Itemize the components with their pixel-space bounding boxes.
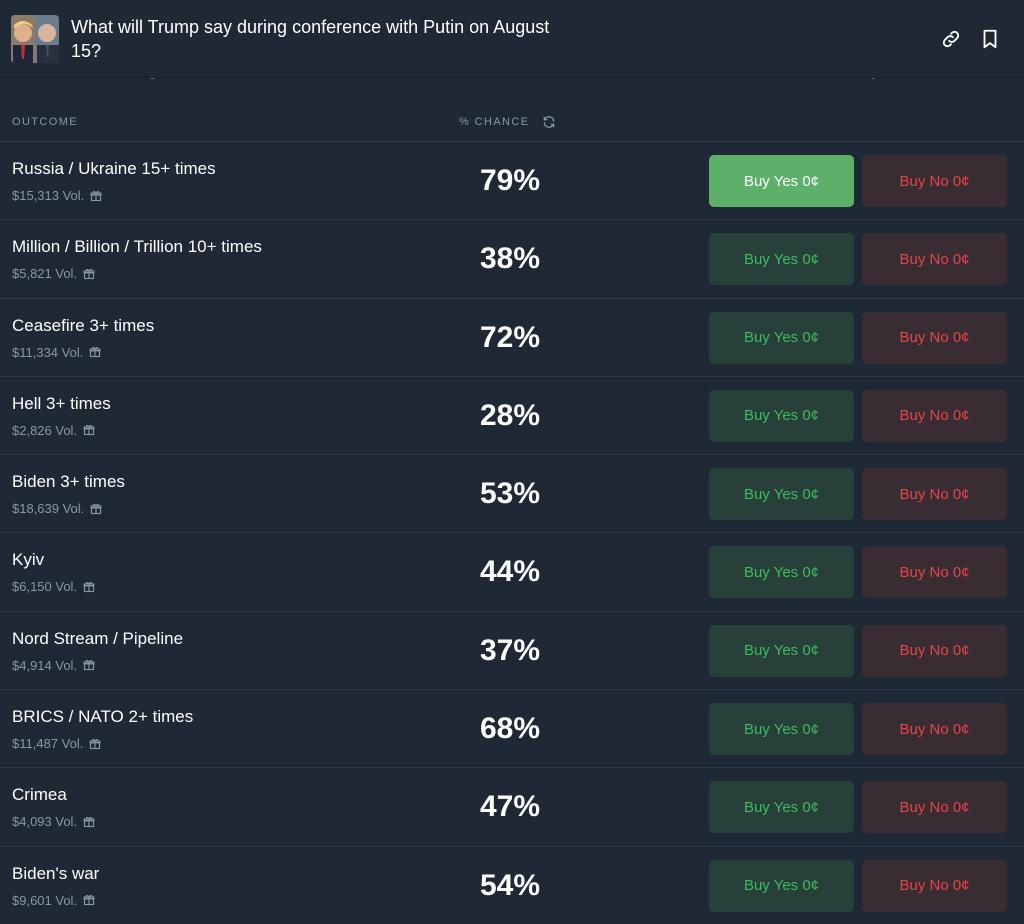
volume-text: $5,821 Vol. xyxy=(12,266,78,282)
outcome-row[interactable]: Hell 3+ times $2,826 Vol. 28% Buy Yes 0¢… xyxy=(0,375,1024,454)
buy-no-button[interactable]: Buy No 0¢ xyxy=(862,859,1007,912)
outcome-row[interactable]: Nord Stream / Pipeline $4,914 Vol. 37% B… xyxy=(0,610,1024,689)
volume-text: $18,639 Vol. xyxy=(12,501,85,517)
outcome-volume: $6,150 Vol. xyxy=(12,579,95,594)
link-icon[interactable] xyxy=(940,28,962,50)
buy-yes-button[interactable]: Buy Yes 0¢ xyxy=(709,233,854,286)
outcome-volume: $11,334 Vol. xyxy=(12,345,101,360)
outcome-label: Biden's war xyxy=(12,863,100,883)
buy-no-button[interactable]: Buy No 0¢ xyxy=(862,389,1007,442)
chance-column-header: % CHANCE xyxy=(459,116,530,128)
gift-icon xyxy=(83,895,95,906)
buy-no-button[interactable]: Buy No 0¢ xyxy=(862,311,1007,364)
volume-text: $6,150 Vol. xyxy=(12,579,78,595)
outcome-chance: 37% xyxy=(479,633,541,667)
outcome-chance: 54% xyxy=(479,868,541,902)
gift-icon xyxy=(83,582,95,593)
market-title: What will Trump say during conference wi… xyxy=(71,17,550,61)
outcome-row[interactable]: Russia / Ukraine 15+ times $15,313 Vol. … xyxy=(0,141,1024,219)
market-header: What will Trump say during conference wi… xyxy=(0,0,1024,78)
outcome-volume: $11,487 Vol. xyxy=(12,736,101,751)
outcome-label: Kyiv xyxy=(12,550,45,570)
outcome-list: Russia / Ukraine 15+ times $15,313 Vol. … xyxy=(0,141,1024,924)
buy-no-button[interactable]: Buy No 0¢ xyxy=(862,703,1007,756)
bookmark-icon[interactable] xyxy=(979,28,1001,50)
outcome-label: Crimea xyxy=(12,785,67,805)
buy-yes-button[interactable]: Buy Yes 0¢ xyxy=(709,781,854,834)
outcome-label: Biden 3+ times xyxy=(12,472,125,492)
outcome-chance: 72% xyxy=(479,320,541,354)
outcome-row[interactable]: Kyiv $6,150 Vol. 44% Buy Yes 0¢ Buy No 0… xyxy=(0,532,1024,610)
volume-text: $4,093 Vol. xyxy=(12,814,78,830)
outcome-row[interactable]: Million / Billion / Trillion 10+ times $… xyxy=(0,219,1024,297)
outcome-chance: 47% xyxy=(479,790,541,824)
buy-no-button[interactable]: Buy No 0¢ xyxy=(862,468,1007,521)
buy-yes-button[interactable]: Buy Yes 0¢ xyxy=(709,546,854,599)
outcome-volume: $9,601 Vol. xyxy=(12,893,95,908)
buy-yes-button[interactable]: Buy Yes 0¢ xyxy=(709,624,854,677)
volume-text: $11,487 Vol. xyxy=(12,736,84,752)
gift-icon xyxy=(89,347,101,358)
outcome-volume: $18,639 Vol. xyxy=(12,501,102,516)
outcome-chance: 38% xyxy=(479,242,541,276)
gift-icon xyxy=(83,660,95,671)
outcome-label: Hell 3+ times xyxy=(12,393,111,413)
buy-no-button[interactable]: Buy No 0¢ xyxy=(862,155,1007,207)
outcome-label: Million / Billion / Trillion 10+ times xyxy=(12,237,262,257)
outcome-volume: $15,313 Vol. xyxy=(12,188,102,203)
volume-text: $11,334 Vol. xyxy=(12,344,84,360)
gift-icon xyxy=(83,268,95,279)
gift-icon xyxy=(83,816,95,827)
buy-yes-button[interactable]: Buy Yes 0¢ xyxy=(709,703,854,756)
volume-text: $4,914 Vol. xyxy=(12,657,78,673)
outcome-label: Nord Stream / Pipeline xyxy=(12,628,184,648)
gift-icon xyxy=(90,190,102,201)
outcome-volume: $2,826 Vol. xyxy=(12,423,95,438)
outcome-row[interactable]: Ceasefire 3+ times $11,334 Vol. 72% Buy … xyxy=(0,297,1024,376)
outcome-row[interactable]: BRICS / NATO 2+ times $11,487 Vol. 68% B… xyxy=(0,689,1024,767)
outcome-volume: $4,914 Vol. xyxy=(12,658,95,673)
buy-no-button[interactable]: Buy No 0¢ xyxy=(862,233,1007,286)
gift-icon xyxy=(90,503,102,514)
volume-text: $9,601 Vol. xyxy=(12,892,78,908)
buy-no-button[interactable]: Buy No 0¢ xyxy=(862,546,1007,599)
outcome-label: BRICS / NATO 2+ times xyxy=(12,707,194,727)
buy-yes-button[interactable]: Buy Yes 0¢ xyxy=(709,155,854,207)
volume-text: $15,313 Vol. xyxy=(12,188,85,203)
buy-no-button[interactable]: Buy No 0¢ xyxy=(862,624,1007,677)
outcome-column-header: OUTCOME xyxy=(12,116,79,128)
outcome-chance: 44% xyxy=(479,555,541,589)
buy-no-button[interactable]: Buy No 0¢ xyxy=(862,781,1007,834)
outcome-chance: 53% xyxy=(479,477,541,511)
buy-yes-button[interactable]: Buy Yes 0¢ xyxy=(709,311,854,364)
outcome-row[interactable]: Biden's war $9,601 Vol. 54% Buy Yes 0¢ B… xyxy=(0,845,1024,924)
gift-icon xyxy=(83,425,95,436)
outcome-row[interactable]: Biden 3+ times $18,639 Vol. 53% Buy Yes … xyxy=(0,454,1024,532)
outcome-row[interactable]: Crimea $4,093 Vol. 47% Buy Yes 0¢ Buy No… xyxy=(0,767,1024,845)
outcome-chance: 68% xyxy=(479,712,541,746)
gift-icon xyxy=(89,738,101,749)
outcome-label: Ceasefire 3+ times xyxy=(12,315,155,335)
buy-yes-button[interactable]: Buy Yes 0¢ xyxy=(709,859,854,912)
outcome-label: Russia / Ukraine 15+ times xyxy=(12,159,216,178)
volume-text: $2,826 Vol. xyxy=(12,422,78,438)
buy-yes-button[interactable]: Buy Yes 0¢ xyxy=(709,389,854,442)
outcome-volume: $4,093 Vol. xyxy=(12,814,95,829)
outcome-chance: 79% xyxy=(479,164,541,197)
outcome-chance: 28% xyxy=(479,398,541,432)
buy-yes-button[interactable]: Buy Yes 0¢ xyxy=(709,468,854,521)
outcome-volume: $5,821 Vol. xyxy=(12,266,95,281)
refresh-icon[interactable] xyxy=(542,115,556,129)
market-thumbnail xyxy=(11,15,59,63)
